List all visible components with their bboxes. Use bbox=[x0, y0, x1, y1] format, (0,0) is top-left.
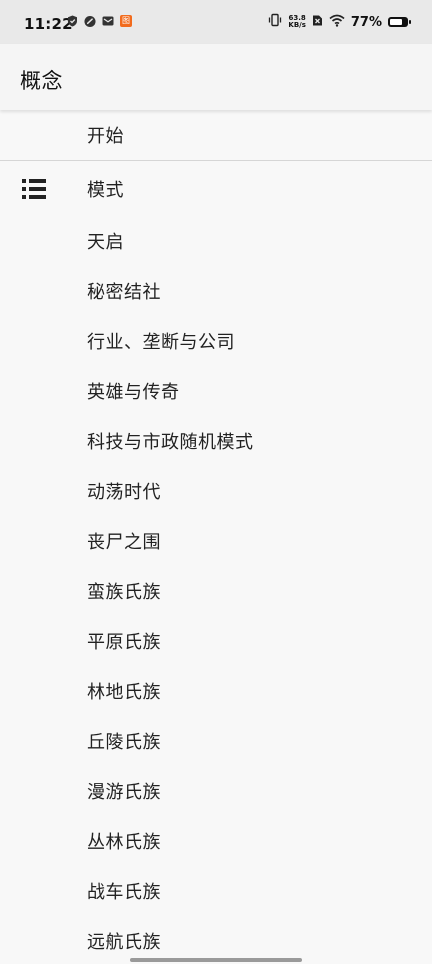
mail-icon bbox=[102, 15, 114, 27]
list-item-seafaring-clan[interactable]: 远航氏族 bbox=[0, 916, 432, 964]
list-icon bbox=[22, 178, 46, 199]
shield-icon bbox=[66, 15, 78, 27]
list-item-jungle-clan[interactable]: 丛林氏族 bbox=[0, 816, 432, 866]
page-title: 概念 bbox=[20, 69, 63, 93]
list-item-label: 行业、垄断与公司 bbox=[87, 332, 235, 353]
app-bar: 概念 bbox=[0, 44, 432, 110]
list-item-plains-clan[interactable]: 平原氏族 bbox=[0, 616, 432, 666]
list-item-label: 远航氏族 bbox=[87, 932, 161, 953]
no-sim-icon bbox=[312, 14, 323, 31]
list-item-label: 丘陵氏族 bbox=[87, 732, 161, 753]
list-item-label: 模式 bbox=[87, 179, 124, 201]
list-item-label: 天启 bbox=[87, 232, 124, 253]
list-item-label: 战车氏族 bbox=[87, 882, 161, 903]
list-item-heroes-legends[interactable]: 英雄与传奇 bbox=[0, 366, 432, 416]
list-item-hills-clan[interactable]: 丘陵氏族 bbox=[0, 716, 432, 766]
concept-list: 开始 模式 天启 秘密结社 行业、垄断与公司 英雄与传奇 科技与市政随机模式 动… bbox=[0, 110, 432, 964]
battery-icon bbox=[388, 17, 411, 27]
screen: 11:22 图 63.8 KB/s 77% 概念 开始 模式 天启 秘密结社 行… bbox=[0, 0, 432, 964]
list-item-label: 漫游氏族 bbox=[87, 782, 161, 803]
list-item-woodland-clan[interactable]: 林地氏族 bbox=[0, 666, 432, 716]
battery-level bbox=[390, 19, 403, 25]
list-item-barbarian-clans[interactable]: 蛮族氏族 bbox=[0, 566, 432, 616]
list-item-secret-societies[interactable]: 秘密结社 bbox=[0, 266, 432, 316]
list-item-label: 秘密结社 bbox=[87, 282, 161, 303]
list-item-apocalypse[interactable]: 天启 bbox=[0, 216, 432, 266]
status-left-icons: 图 bbox=[66, 15, 132, 27]
list-item-label: 动荡时代 bbox=[87, 482, 161, 503]
list-item-dramatic-ages[interactable]: 动荡时代 bbox=[0, 466, 432, 516]
link-icon bbox=[84, 15, 96, 27]
wifi-icon bbox=[329, 14, 345, 31]
list-item-zombie-defense[interactable]: 丧尸之围 bbox=[0, 516, 432, 566]
list-item-label: 丛林氏族 bbox=[87, 832, 161, 853]
list-item-roving-clan[interactable]: 漫游氏族 bbox=[0, 766, 432, 816]
list-item-modes[interactable]: 模式 bbox=[0, 161, 432, 216]
list-item-monopolies-corporations[interactable]: 行业、垄断与公司 bbox=[0, 316, 432, 366]
list-item-label: 蛮族氏族 bbox=[87, 582, 161, 603]
list-item-tech-civic-shuffle[interactable]: 科技与市政随机模式 bbox=[0, 416, 432, 466]
list-item-start[interactable]: 开始 bbox=[0, 110, 432, 161]
network-speed: 63.8 KB/s bbox=[288, 15, 305, 29]
home-indicator[interactable] bbox=[130, 958, 302, 962]
vibrate-icon bbox=[268, 13, 282, 31]
list-item-label: 开始 bbox=[87, 126, 124, 147]
status-bar: 11:22 图 63.8 KB/s 77% bbox=[0, 0, 432, 44]
list-item-label: 林地氏族 bbox=[87, 682, 161, 703]
network-speed-unit: KB/s bbox=[288, 21, 306, 29]
list-item-chariot-clan[interactable]: 战车氏族 bbox=[0, 866, 432, 916]
battery-percent: 77% bbox=[350, 14, 382, 30]
app-badge-icon: 图 bbox=[120, 15, 132, 27]
list-item-label: 丧尸之围 bbox=[87, 532, 161, 553]
list-item-label: 英雄与传奇 bbox=[87, 382, 180, 403]
list-item-label: 平原氏族 bbox=[87, 632, 161, 653]
list-item-label: 科技与市政随机模式 bbox=[87, 432, 254, 453]
status-right-icons: 63.8 KB/s 77% bbox=[268, 13, 411, 31]
